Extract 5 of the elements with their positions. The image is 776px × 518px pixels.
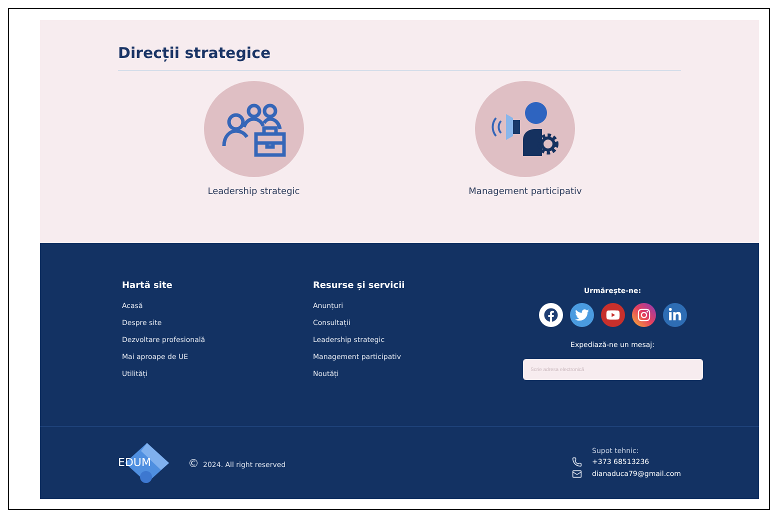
direction-label: Management participativ xyxy=(468,187,582,197)
section-title: Direcții strategice xyxy=(118,44,681,71)
footer-heading: Resurse și servicii xyxy=(313,281,406,291)
footer-heading: Hartă site xyxy=(122,281,174,291)
direction-label: Leadership strategic xyxy=(208,187,300,197)
